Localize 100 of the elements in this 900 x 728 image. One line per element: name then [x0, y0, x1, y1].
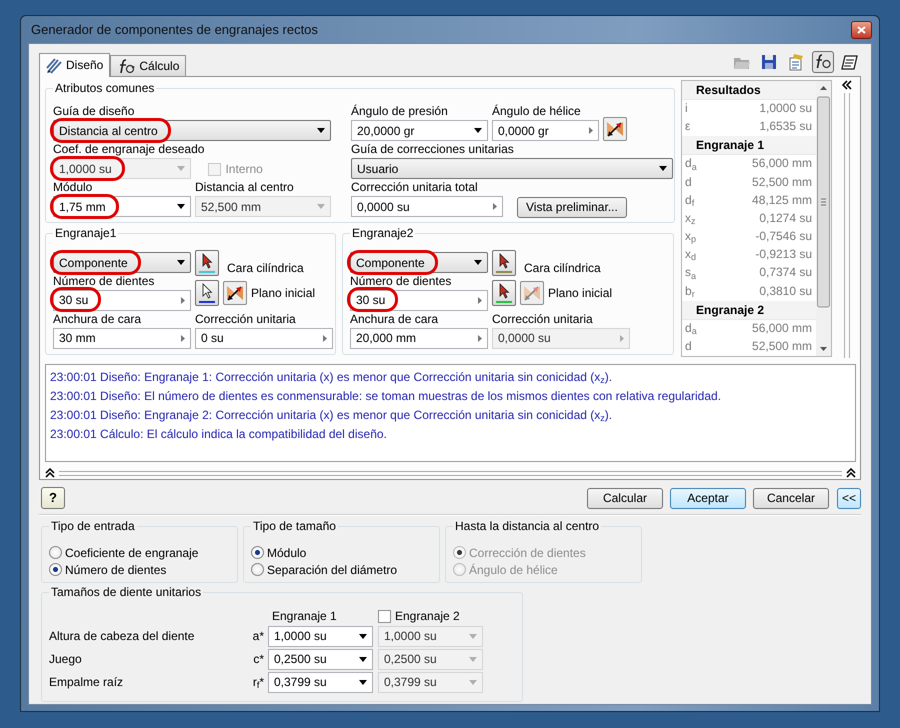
column-header: Engranaje 1	[271, 609, 338, 624]
preview-button[interactable]: Vista preliminar...	[517, 197, 627, 218]
dropdown[interactable]: Usuario	[351, 158, 673, 180]
caret-icon[interactable]	[659, 166, 667, 172]
scrollbar[interactable]	[816, 81, 832, 356]
close-icon[interactable]	[857, 26, 866, 34]
spin-arrow-icon[interactable]	[181, 296, 185, 304]
radio-button[interactable]	[49, 546, 62, 560]
result-value: 0,3810 su	[759, 282, 812, 300]
radio-label: Número de dientes	[65, 562, 166, 578]
result-symbol: d$_{a}$	[685, 320, 697, 338]
spin-field[interactable]: 0,0000 gr	[492, 120, 599, 142]
result-symbol: s$_{a}$	[685, 264, 696, 283]
parameter-label: Altura de cabeza del diente	[49, 629, 196, 644]
help-button[interactable]: ?	[41, 487, 65, 509]
select-button[interactable]	[195, 250, 219, 276]
collapse-button[interactable]: <<	[836, 488, 861, 508]
dropdown[interactable]: Distancia al centro	[53, 120, 331, 142]
spin-field[interactable]: 0 su	[195, 328, 333, 349]
result-value: 1,0000 su	[759, 100, 812, 117]
parameter-symbol: a*	[252, 629, 265, 644]
combo-box[interactable]: 1,0000 su	[268, 626, 373, 647]
result-symbol: i	[685, 100, 688, 117]
parameter-symbol: r$_{f}$*	[252, 675, 265, 690]
caret-icon[interactable]	[359, 634, 367, 639]
button-label: Plano inicial	[548, 286, 612, 300]
section-heading: Resultados	[682, 81, 816, 100]
select-button[interactable]	[492, 250, 516, 276]
caret-icon[interactable]	[177, 260, 185, 266]
result-symbol: x$_{d}$	[685, 246, 696, 264]
spin-field[interactable]: 30 mm	[53, 328, 191, 349]
button-label: Cara cilíndrica	[227, 260, 304, 275]
result-symbol: ε	[685, 118, 690, 136]
spin-arrow-icon[interactable]	[493, 203, 497, 210]
radio-label: Ángulo de hélice	[469, 562, 558, 578]
log-message: 23:00:01 Diseño: El número de dientes es conmensurable: se toman muestras de los mismos dientes con relativa regularidad.	[50, 388, 722, 405]
result-value: -0,7546 su	[755, 228, 812, 246]
field-label: Número de dientes	[350, 274, 452, 289]
radio-label: Coeficiente de engranaje	[65, 546, 198, 560]
collapse-icon[interactable]	[842, 80, 852, 90]
radio-button[interactable]	[251, 546, 264, 560]
caret-icon[interactable]	[359, 680, 367, 685]
combo-box[interactable]: 0,2500 su	[268, 648, 373, 670]
combo-box[interactable]: 20,0000 gr	[351, 120, 488, 142]
result-value: 48,125 mm	[752, 192, 812, 209]
result-value: 0,1274 su	[759, 210, 812, 227]
spin-arrow-icon[interactable]	[181, 334, 185, 342]
caret-icon[interactable]	[474, 260, 482, 266]
close-button[interactable]	[851, 20, 872, 38]
spin-field[interactable]: 30 su	[53, 290, 191, 311]
dialog-button[interactable]: Cancelar	[752, 488, 829, 508]
field-label: Número de dientes	[53, 274, 156, 289]
radio-label: Módulo	[267, 546, 306, 560]
radio-label: Separación del diámetro	[267, 562, 398, 578]
expand-icon[interactable]	[45, 468, 55, 478]
parameter-symbol: c*	[252, 652, 265, 666]
log-message: 23:00:01 Cálculo: El cálculo indica la compatibilidad del diseño.	[50, 426, 388, 443]
spin-arrow-icon[interactable]	[478, 296, 482, 304]
caret-icon[interactable]	[359, 656, 367, 662]
window-title: Generador de componentes de engranajes rectos	[31, 22, 318, 38]
field-label: Coef. de engranaje deseado	[53, 142, 204, 158]
expand-icon[interactable]	[846, 468, 856, 478]
field-label: Guía de diseño	[53, 104, 136, 120]
checkbox[interactable]	[378, 610, 391, 624]
result-symbol: x$_{p}$	[685, 228, 696, 246]
combo-box[interactable]: 0,3799 su	[268, 672, 373, 693]
field-label: Corrección unitaria	[195, 312, 297, 327]
result-symbol: d	[685, 338, 692, 355]
dialog-button[interactable]: Aceptar	[670, 488, 746, 508]
group-title: Engranaje1	[53, 226, 118, 242]
result-symbol: b$_{r}$	[685, 282, 695, 301]
spin-arrow-icon[interactable]	[478, 334, 482, 342]
tab[interactable]: Cálculo	[110, 55, 186, 76]
field-label: Ángulo de presión	[351, 104, 449, 120]
caret-icon[interactable]	[177, 204, 185, 210]
spin-field[interactable]: 20,000 mm	[350, 328, 488, 349]
spin-arrow-icon[interactable]	[323, 334, 327, 342]
log-message: 23:00:01 Diseño: Engranaje 1: Corrección unitaria (x) es menor que Corrección unitaria sin conicidad (x$_{z}$).	[50, 369, 614, 387]
result-value: 1,6535 su	[759, 118, 812, 136]
dialog-button[interactable]: Calcular	[586, 488, 663, 508]
spin-field[interactable]: 30 su	[350, 290, 488, 311]
tab[interactable]: Diseño	[39, 53, 110, 77]
caret-icon[interactable]	[317, 128, 325, 134]
dropdown[interactable]: Componente	[350, 252, 488, 274]
select-button[interactable]	[195, 280, 219, 306]
field-label: Ángulo de hélice	[492, 104, 582, 120]
spin-field[interactable]: 0,0000 su	[351, 196, 503, 218]
checkbox-label: Interno	[225, 162, 263, 177]
spin-arrow-icon[interactable]	[589, 127, 593, 134]
select-button[interactable]	[492, 280, 516, 306]
radio-button[interactable]	[49, 563, 62, 576]
field-label: Guía de correcciones unitarias	[351, 142, 515, 158]
group-title: Tipo de entrada	[49, 519, 137, 534]
result-value: 56,000 mm	[752, 155, 812, 172]
combo-box[interactable]: 1,75 mm	[53, 196, 191, 218]
group-title: Engranaje2	[350, 226, 416, 242]
parameter-label: Juego	[49, 652, 83, 666]
caret-icon[interactable]	[474, 128, 482, 134]
radio-button[interactable]	[251, 563, 264, 576]
dropdown[interactable]: Componente	[53, 252, 191, 274]
